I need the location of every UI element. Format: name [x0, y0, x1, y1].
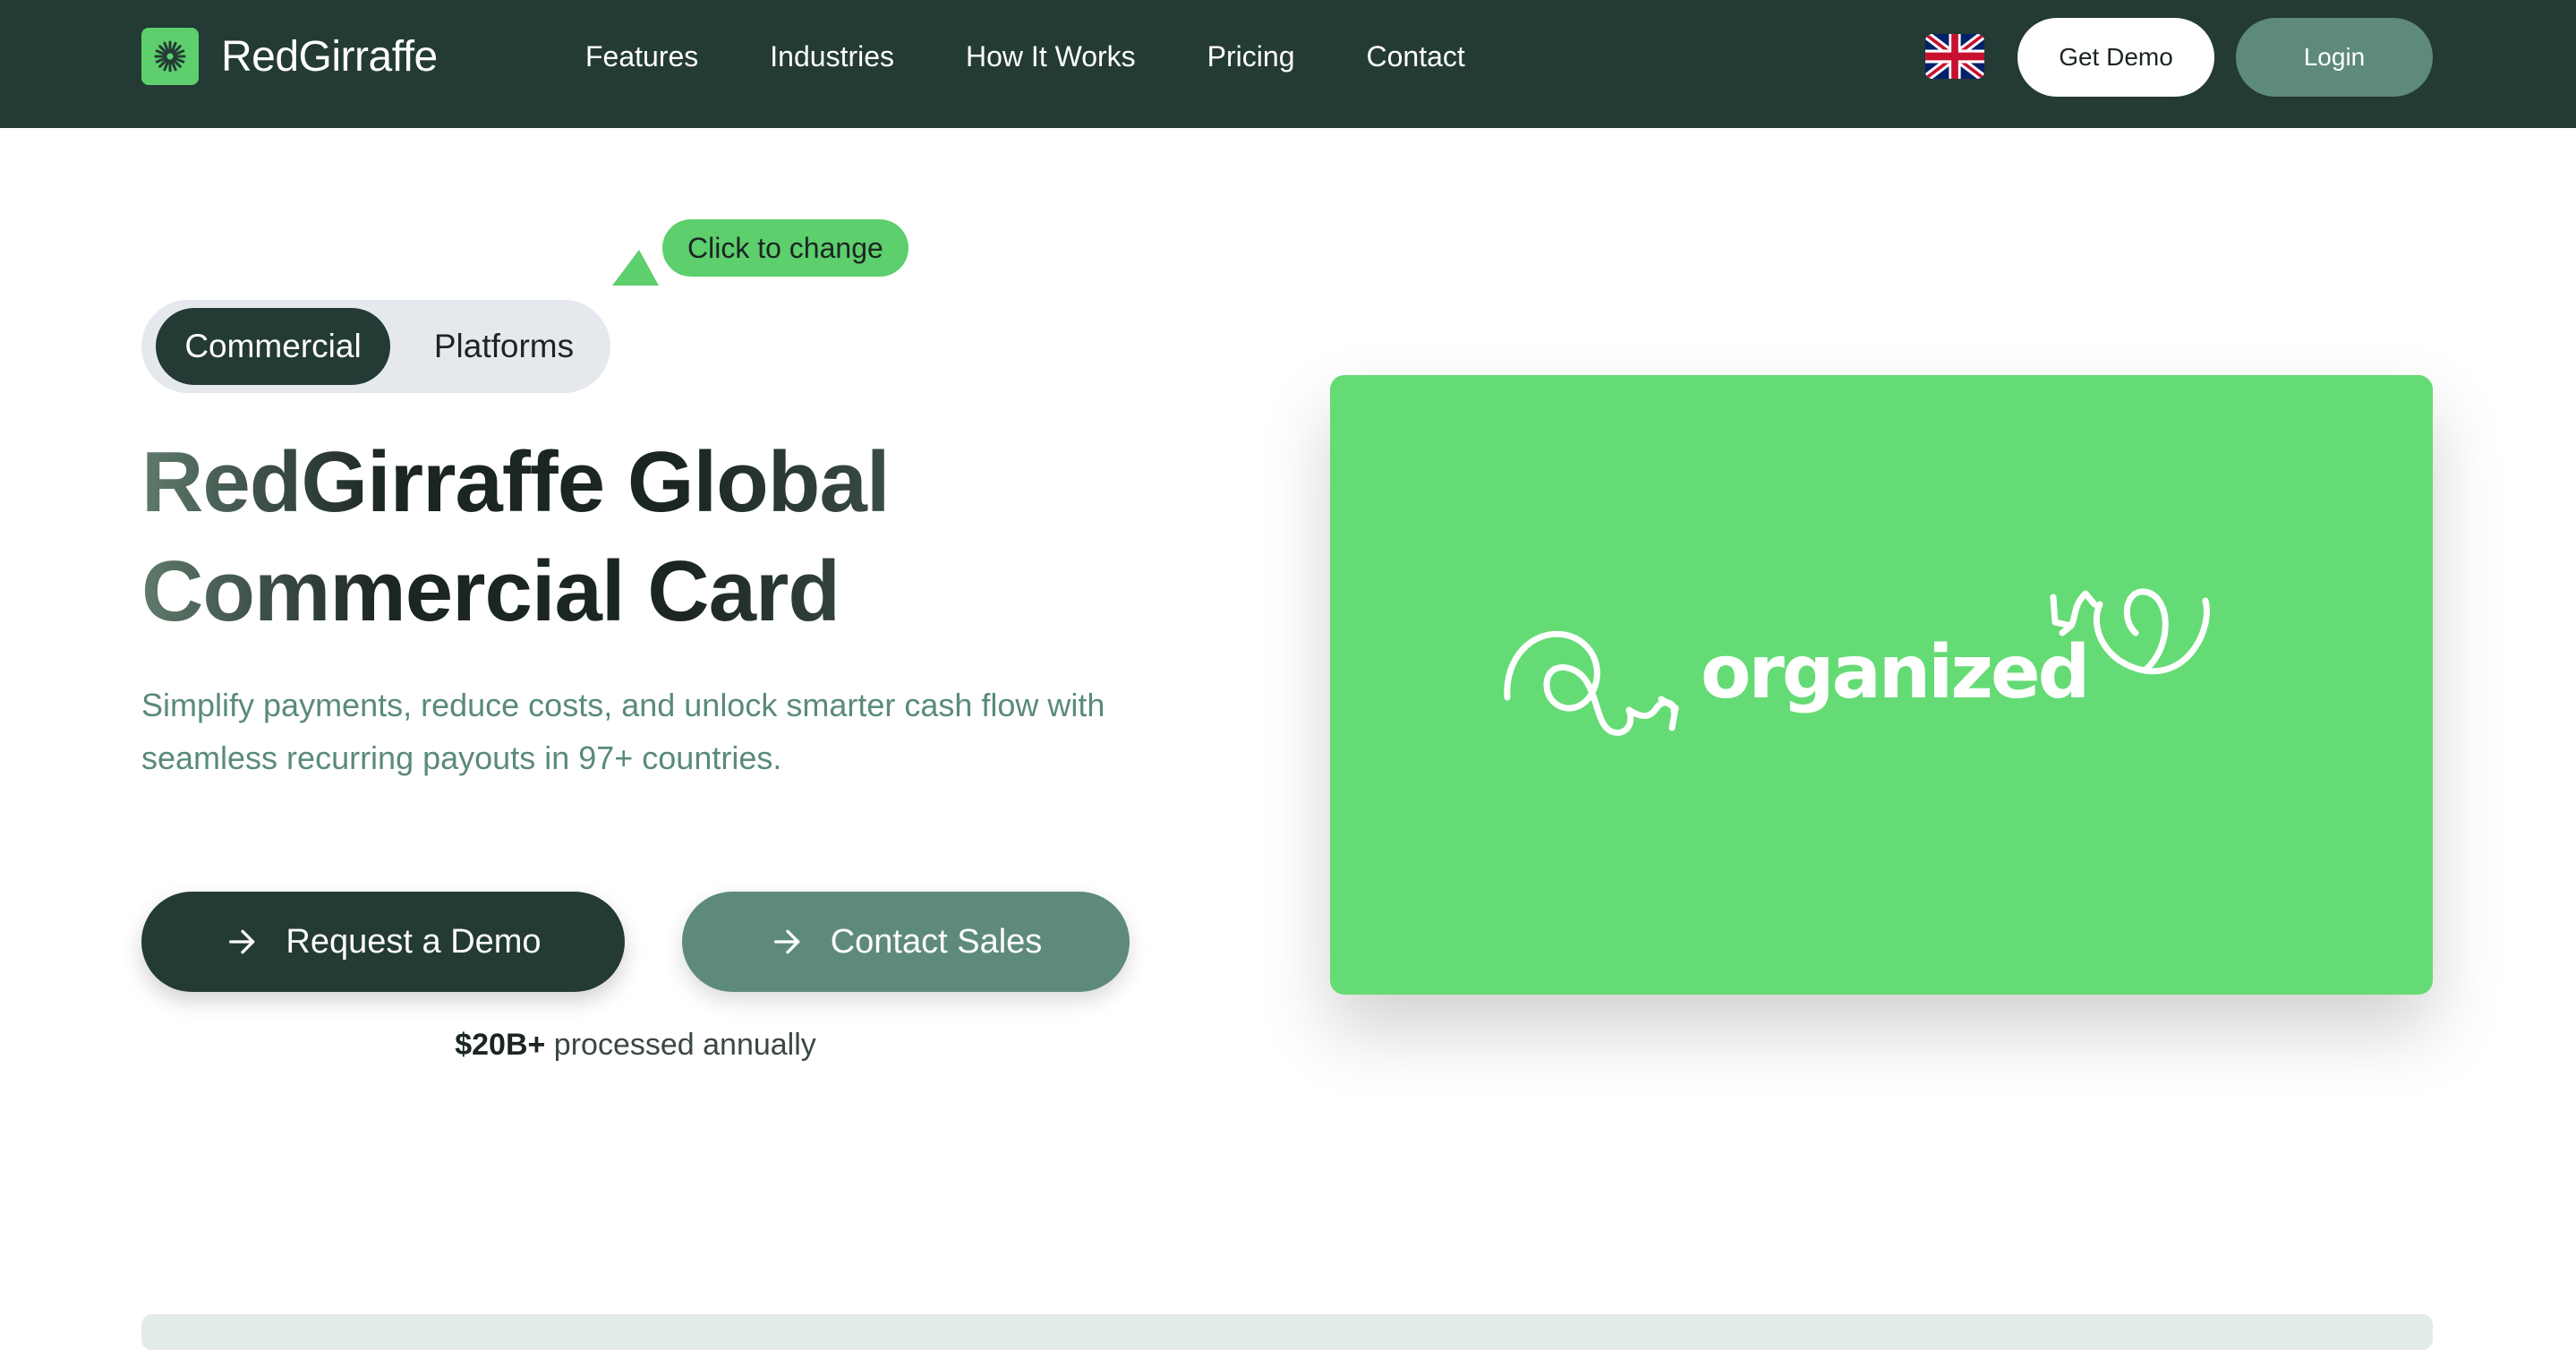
request-demo-label: Request a Demo: [286, 922, 542, 961]
top-navbar: RedGirraffe Features Industries How It W…: [0, 0, 2576, 128]
hero-headline: RedGirraffe Global Commercial Card: [141, 428, 1126, 646]
arrow-right-icon: [770, 924, 806, 960]
organized-word: organized: [1701, 630, 2090, 715]
uk-flag-icon[interactable]: [1925, 34, 1984, 79]
nav-link-pricing[interactable]: Pricing: [1207, 38, 1295, 74]
arrow-right-icon: [225, 924, 260, 960]
nav-link-contact[interactable]: Contact: [1366, 38, 1464, 74]
card-type-toggle: Commercial Platforms: [141, 300, 610, 393]
request-demo-button[interactable]: Request a Demo: [141, 892, 625, 992]
processed-stat: $20B+ processed annually: [141, 1028, 1130, 1063]
brand-name: RedGirraffe: [221, 32, 438, 81]
contact-sales-button[interactable]: Contact Sales: [682, 892, 1130, 992]
hero-headline-line2: Commercial Card: [141, 543, 840, 639]
login-button[interactable]: Login: [2236, 18, 2433, 97]
processed-stat-label: processed annually: [545, 1028, 816, 1062]
processed-stat-value: $20B+: [455, 1028, 546, 1062]
toggle-option-platforms[interactable]: Platforms: [410, 308, 598, 385]
contact-sales-label: Contact Sales: [830, 922, 1043, 961]
nav-link-how-it-works[interactable]: How It Works: [966, 38, 1136, 74]
squiggle-loop-icon: [2050, 588, 2210, 675]
toggle-option-commercial[interactable]: Commercial: [156, 308, 390, 385]
get-demo-button[interactable]: Get Demo: [2017, 18, 2214, 97]
squiggle-arrow-icon: [1504, 630, 1679, 736]
tooltip-pointer-icon: [612, 250, 659, 286]
brand-logo[interactable]: RedGirraffe: [141, 28, 438, 85]
nav-link-features[interactable]: Features: [585, 38, 698, 74]
hero-headline-line1: RedGirraffe Global: [141, 434, 890, 530]
click-to-change-tooltip: Click to change: [662, 219, 908, 277]
sunburst-logo-icon: [141, 28, 199, 85]
hero-animation-card: organized: [1330, 375, 2433, 995]
next-section-edge: [141, 1314, 2433, 1350]
nav-link-industries[interactable]: Industries: [770, 38, 894, 74]
main-nav: Features Industries How It Works Pricing…: [585, 38, 1537, 74]
hero-subtitle: Simplify payments, reduce costs, and unl…: [141, 687, 1105, 776]
